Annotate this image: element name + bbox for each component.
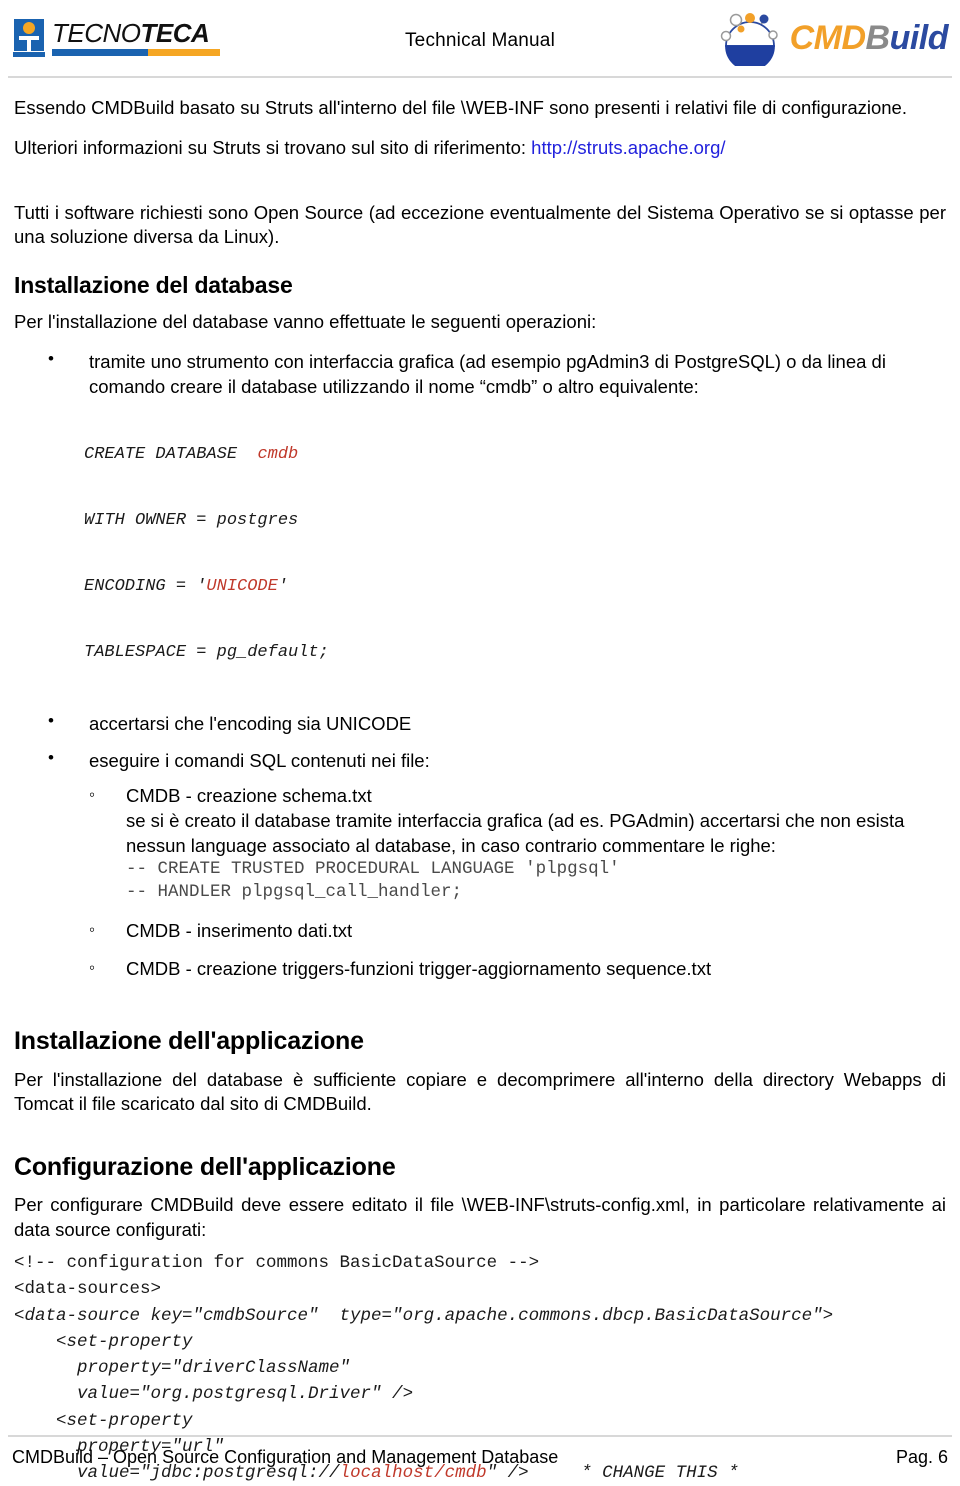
list-item: CMDB - inserimento dati.txt (14, 919, 946, 944)
document-body: Essendo CMDBuild basato su Struts all'in… (8, 78, 952, 1486)
struts-website-link[interactable]: http://struts.apache.org/ (531, 137, 725, 158)
sql-line3-pre: ENCODING = ' (84, 577, 207, 597)
page-header: TECNOTECA Technical Manual CMDBuild (8, 0, 952, 78)
tecnoteca-name-part1: TECNO (52, 18, 141, 48)
sql-line1-keyword: CREATE DATABASE (84, 445, 258, 465)
sql-line3-value: UNICODE (206, 577, 278, 597)
footer-text: CMDBuild – Open Source Configuration and… (12, 1447, 559, 1467)
cmdbuild-part-uild: uild (889, 19, 949, 57)
paragraph-opensource: Tutti i software richiesti sono Open Sou… (14, 201, 946, 248)
paragraph-struts-link: Ulteriori informazioni su Struts si trov… (14, 136, 946, 160)
paragraph-struts-intro: Essendo CMDBuild basato su Struts all'in… (14, 97, 907, 118)
xml-line-2: <data-sources> (14, 1279, 162, 1300)
document-page: TECNOTECA Technical Manual CMDBuild Esse… (0, 0, 960, 1483)
bullet-encoding-text: accertarsi che l'encoding sia UNICODE (89, 713, 412, 735)
xml-line-5: property="driverClassName" (14, 1358, 351, 1379)
paragraph-db-intro: Per l'installazione del database vanno e… (14, 311, 597, 333)
list-item: CMDB - creazione triggers-funzioni trigg… (14, 957, 946, 982)
tecnoteca-name-part2: TECA (140, 18, 210, 48)
tecnoteca-bar (52, 49, 220, 56)
paragraph-app-install: Per l'installazione del database è suffi… (14, 1068, 946, 1115)
cmdbuild-wordmark: CMDBuild (789, 19, 949, 57)
xml-line-6: value="org.postgresql.Driver" /> (14, 1384, 414, 1405)
cmdbuild-mark-icon (720, 13, 778, 66)
xml-line-3: <data-source key="cmdbSource" type="org.… (14, 1305, 834, 1326)
tecnoteca-logo: TECNOTECA (12, 15, 220, 61)
heading-configurazione-applicazione: Configurazione dell'applicazione (14, 1152, 396, 1181)
db-steps-list: tramite uno strumento con interfaccia gr… (14, 348, 946, 400)
subitem-inserimento-title: CMDB - inserimento dati.txt (126, 919, 353, 941)
sql-files-sublist: CMDB - creazione schema.txt se si è crea… (14, 784, 946, 981)
footer-page-number: Pag. 6 (895, 1447, 948, 1467)
cmdbuild-logo: CMDBuild (716, 9, 949, 67)
struts-link-prefix: Ulteriori informazioni su Struts si trov… (14, 137, 532, 159)
xml-line-7: <set-property (14, 1410, 193, 1431)
db-steps-list-continued: accertarsi che l'encoding sia UNICODE es… (14, 710, 946, 774)
heading-installazione-applicazione: Installazione dell'applicazione (14, 1027, 364, 1056)
paragraph-config-intro: Per configurare CMDBuild deve essere edi… (14, 1194, 946, 1240)
subitem-triggers-title: CMDB - creazione triggers-funzioni trigg… (126, 957, 712, 979)
subitem-schema-note: se si è creato il database tramite inter… (126, 809, 905, 856)
cmdbuild-part-cmd: CMD (789, 19, 866, 57)
page-footer: CMDBuild – Open Source Configuration and… (8, 1435, 952, 1468)
tecnoteca-mark-icon (12, 17, 46, 59)
list-item: accertarsi che l'encoding sia UNICODE (14, 710, 946, 737)
list-item: CMDB - creazione schema.txt se si è crea… (14, 784, 946, 903)
sql-line1-dbname: cmdb (257, 445, 299, 465)
plpgsql-comment-line-2: -- HANDLER plpgsql_call_handler; (126, 881, 463, 902)
sql-line-2: WITH OWNER = postgres (84, 511, 299, 531)
xml-line-4: <set-property (14, 1331, 193, 1352)
xml-line-1: <!-- configuration for commons BasicData… (14, 1253, 540, 1274)
sql-line-4: TABLESPACE = pg_default; (84, 643, 329, 663)
sql-line3-post: ' (277, 577, 289, 597)
plpgsql-comment-line-1: -- CREATE TRUSTED PROCEDURAL LANGUAGE 'p… (126, 859, 620, 880)
list-item: eseguire i comandi SQL contenuti nei fil… (14, 747, 946, 774)
cmdbuild-part-b: B (865, 19, 891, 57)
list-item: tramite uno strumento con interfaccia gr… (14, 348, 946, 400)
tecnoteca-wordmark: TECNOTECA (52, 20, 220, 56)
sql-line-3: ENCODING = 'UNICODE' (84, 578, 946, 595)
bullet-sqlfiles-text: eseguire i comandi SQL contenuti nei fil… (89, 750, 430, 772)
subitem-schema-title: CMDB - creazione schema.txt (126, 785, 372, 807)
bullet-create-db-text: tramite uno strumento con interfaccia gr… (89, 351, 886, 398)
sql-create-database-block: CREATE DATABASE cmdb WITH OWNER = postgr… (84, 412, 946, 710)
sql-line-1: CREATE DATABASE cmdb (84, 446, 946, 463)
heading-installazione-database: Installazione del database (14, 271, 293, 298)
